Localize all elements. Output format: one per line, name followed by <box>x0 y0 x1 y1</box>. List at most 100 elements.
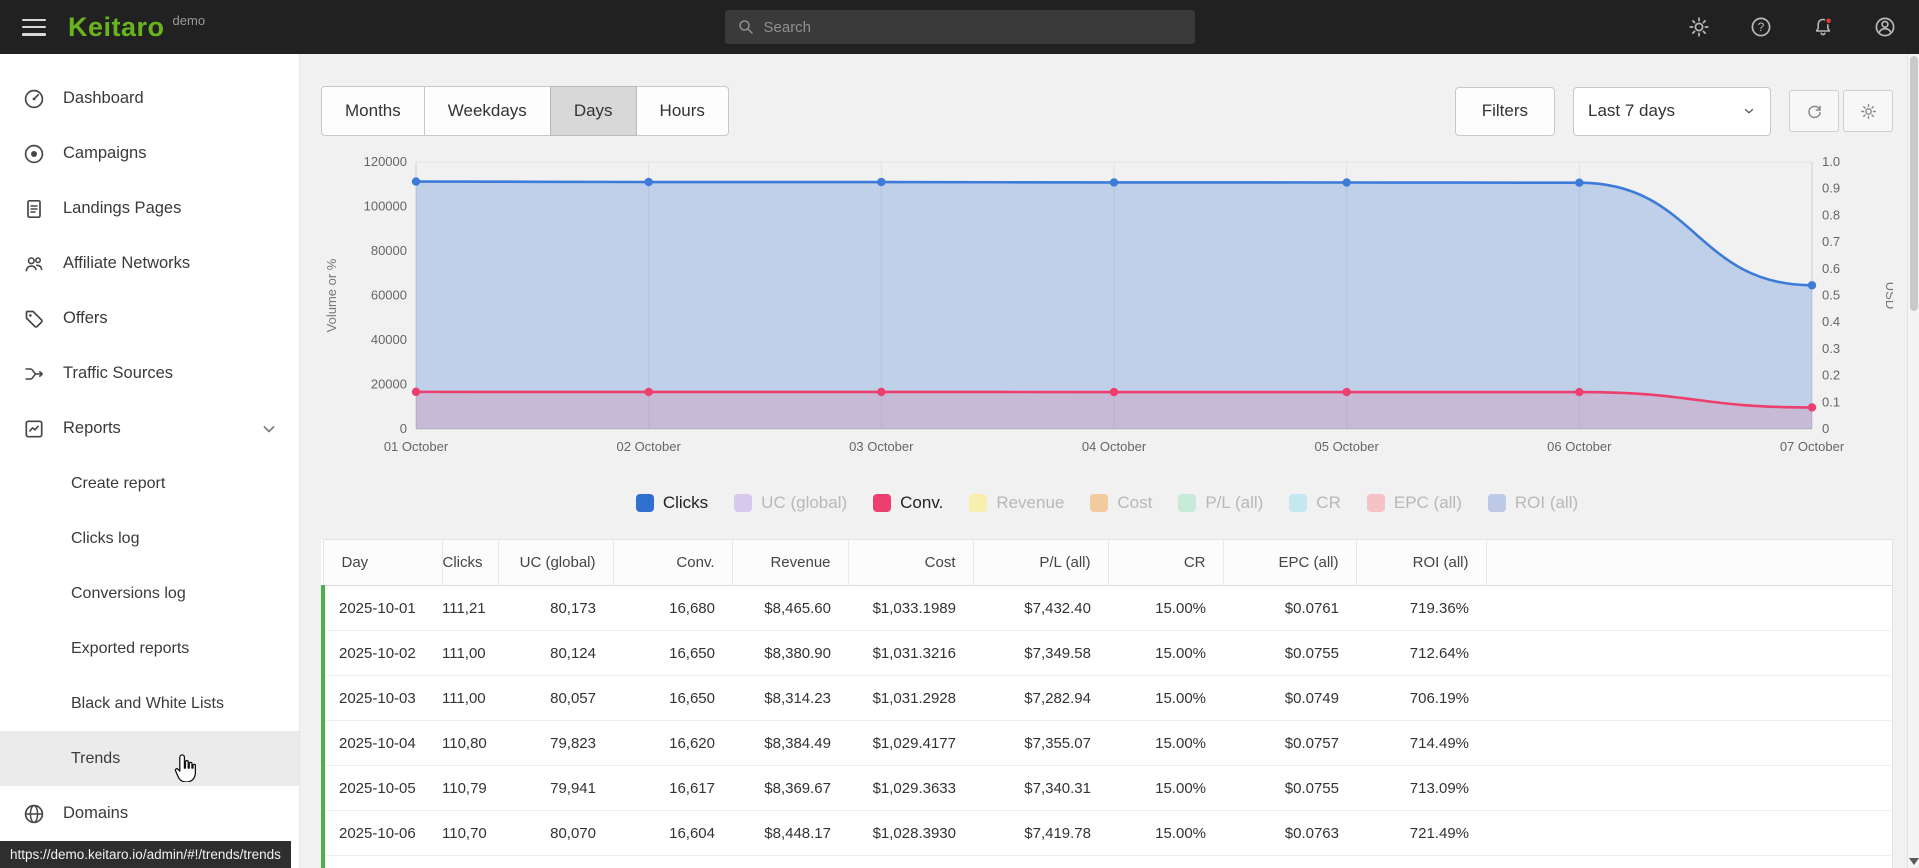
sidebar-item-landing-pages[interactable]: Landings Pages <box>0 181 299 236</box>
column-header[interactable]: CR <box>1108 539 1224 586</box>
tab-days[interactable]: Days <box>549 86 637 136</box>
tab-hours[interactable]: Hours <box>635 86 729 136</box>
table-header-row: Day Clicks UC (global) Conv. Revenue Cost P/L … <box>323 539 1893 586</box>
legend-item[interactable]: UC (global) <box>734 493 847 513</box>
table-body: 2025-10-01 111,21 80,173 16,680 $8,465.60 $1,… <box>321 585 1893 868</box>
sidebar-item-campaigns[interactable]: Campaigns <box>0 126 299 181</box>
tab-weekdays[interactable]: Weekdays <box>423 86 551 136</box>
table-cell-filler <box>1486 765 1893 811</box>
help-icon[interactable]: ? <box>1749 15 1773 39</box>
column-header[interactable]: Clicks <box>442 539 499 586</box>
table-cell: $1,028.3930 <box>848 810 973 856</box>
legend-item[interactable]: Clicks <box>635 493 708 513</box>
chart-settings-button[interactable] <box>1843 90 1893 132</box>
column-header[interactable]: UC (global) <box>498 539 614 586</box>
table-cell: $597.0999 <box>848 855 973 868</box>
table-cell: 714.49% <box>1356 720 1486 766</box>
table-row[interactable]: 2025-10-03 111,00 80,057 16,650 $8,314.23 $1,… <box>321 675 1893 721</box>
table-cell: $7,340.31 <box>973 765 1108 811</box>
table-row[interactable]: 2025-10-04 110,80 79,823 16,620 $8,384.49 $1,… <box>321 720 1893 766</box>
table-row[interactable]: 2025-10-01 111,21 80,173 16,680 $8,465.60 $1,… <box>321 585 1893 631</box>
sidebar-item-label: Dashboard <box>63 89 144 107</box>
table-cell: $0.0749 <box>1223 675 1356 721</box>
svg-text:40000: 40000 <box>371 332 407 347</box>
sidebar-item-black-white-lists[interactable]: Black and White Lists <box>0 676 299 731</box>
refresh-button[interactable] <box>1789 90 1839 132</box>
trends-chart[interactable]: 0 20000 40000 60000 80000 100000 120000 0 0.1 0.2… <box>321 154 1898 474</box>
legend-item[interactable]: P/L (all) <box>1178 493 1263 513</box>
column-header[interactable]: Conv. <box>613 539 733 586</box>
table-cell: 79,823 <box>498 720 613 766</box>
legend-item[interactable]: EPC (all) <box>1366 493 1462 513</box>
table-row[interactable]: 2025-10-02 111,00 80,124 16,650 $8,380.90 $1,… <box>321 630 1893 676</box>
table-row[interactable]: 2025-10-06 110,70 80,070 16,604 $8,448.17 $1,… <box>321 810 1893 856</box>
settings-gear-icon[interactable] <box>1687 15 1711 39</box>
user-avatar-icon[interactable] <box>1873 15 1897 39</box>
sidebar-item-conversions-log[interactable]: Conversions log <box>0 566 299 621</box>
svg-text:0.2: 0.2 <box>1822 368 1840 383</box>
legend-item[interactable]: Conv. <box>873 493 943 513</box>
table-cell: 110,70 <box>442 810 498 856</box>
table-cell: $7,419.78 <box>973 810 1108 856</box>
global-search[interactable] <box>724 10 1195 44</box>
column-header[interactable]: Day <box>323 539 443 586</box>
sidebar-item-domains[interactable]: Domains <box>0 786 299 841</box>
svg-text:USD: USD <box>1883 282 1893 309</box>
scrollbar-thumb[interactable] <box>1910 56 1918 311</box>
column-header-filler <box>1486 539 1893 586</box>
svg-text:07 October: 07 October <box>1780 439 1845 454</box>
table-cell: $7,355.07 <box>973 720 1108 766</box>
sidebar-item-create-report[interactable]: Create report <box>0 456 299 511</box>
legend-swatch-icon <box>734 494 753 512</box>
legend-item[interactable]: Cost <box>1090 493 1152 513</box>
search-icon <box>738 20 753 34</box>
chevron-down-icon <box>1744 108 1754 114</box>
sidebar-item-offers[interactable]: Offers <box>0 291 299 346</box>
legend-swatch-icon <box>1487 494 1506 512</box>
table-row[interactable]: 2025-10-05 110,79 79,941 16,617 $8,369.67 $1,… <box>321 765 1893 811</box>
search-input[interactable] <box>763 18 1183 36</box>
sidebar-subitem-label: Black and White Lists <box>71 694 224 712</box>
hamburger-menu-button[interactable] <box>22 18 46 36</box>
sidebar-item-reports[interactable]: Reports <box>0 401 299 456</box>
domains-icon <box>24 804 44 823</box>
svg-text:01 October: 01 October <box>384 439 449 454</box>
notifications-bell-icon[interactable] <box>1811 15 1835 39</box>
table-cell-filler <box>1486 720 1893 766</box>
sidebar-item-clicks-log[interactable]: Clicks log <box>0 511 299 566</box>
table-cell-filler <box>1486 585 1893 631</box>
sidebar-item-affiliate-networks[interactable]: Affiliate Networks <box>0 236 299 291</box>
legend-item[interactable]: ROI (all) <box>1487 493 1578 513</box>
table-cell: 2025-10-02 <box>321 630 442 676</box>
table-row[interactable]: 2025-10-0764,6046,4579,690$4,903.04$597.… <box>321 855 1893 868</box>
table-cell: 79,941 <box>498 765 613 811</box>
table-cell: 80,173 <box>498 585 613 631</box>
table-cell: 46,457 <box>498 855 613 868</box>
legend-item[interactable]: Revenue <box>969 493 1064 513</box>
table-cell: 9,690 <box>613 855 732 868</box>
column-header[interactable]: Revenue <box>732 539 849 586</box>
tab-months[interactable]: Months <box>321 86 425 136</box>
legend-swatch-icon <box>1366 494 1385 512</box>
column-header[interactable]: ROI (all) <box>1356 539 1487 586</box>
filters-button[interactable]: Filters <box>1454 86 1555 136</box>
sidebar-item-dashboard[interactable]: Dashboard <box>0 71 299 126</box>
table-cell: 111,00 <box>442 630 498 676</box>
table-cell: $0.0757 <box>1223 720 1356 766</box>
column-header[interactable]: P/L (all) <box>973 539 1109 586</box>
date-range-value: Last 7 days <box>1588 101 1675 120</box>
page-scrollbar[interactable] <box>1907 54 1919 868</box>
table-cell: 80,124 <box>498 630 613 676</box>
column-header[interactable]: EPC (all) <box>1223 539 1357 586</box>
column-header[interactable]: Cost <box>848 539 974 586</box>
legend-item[interactable]: CR <box>1289 493 1341 513</box>
date-range-select[interactable]: Last 7 days <box>1573 86 1771 136</box>
sidebar-item-trends[interactable]: Trends <box>0 731 299 786</box>
sidebar-item-traffic-sources[interactable]: Traffic Sources <box>0 346 299 401</box>
scrollbar-down-arrow[interactable] <box>1909 858 1919 865</box>
table-cell: 2025-10-01 <box>321 585 442 631</box>
table-cell: 111,00 <box>442 675 498 721</box>
table-cell: 111,21 <box>442 585 498 631</box>
sidebar-subitem-label: Clicks log <box>71 529 140 547</box>
sidebar-item-exported-reports[interactable]: Exported reports <box>0 621 299 676</box>
